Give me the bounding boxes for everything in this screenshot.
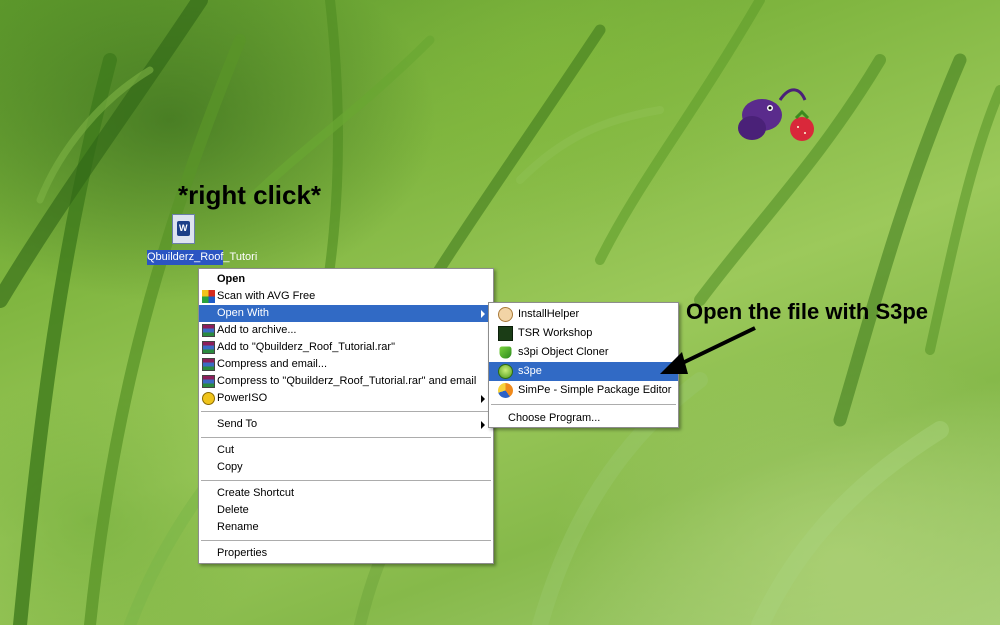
winrar-icon [202, 375, 215, 388]
menu-item-add-to-archive[interactable]: Add to archive... [199, 322, 493, 339]
menu-item-compress-email[interactable]: Compress and email... [199, 356, 493, 373]
desktop-file-label: Qbuilderz_Roof_Tutori [147, 250, 258, 265]
menu-item-label: Compress to "Qbuilderz_Roof_Tutorial.rar… [217, 375, 477, 387]
menu-item-poweriso[interactable]: PowerISO [199, 390, 493, 407]
menu-item-label: Scan with AVG Free [217, 290, 316, 302]
s3pe-icon [498, 364, 513, 379]
menu-item-delete[interactable]: Delete [199, 502, 493, 519]
submenu-item-choose-program[interactable]: Choose Program... [489, 409, 678, 428]
submenu-arrow-icon [481, 421, 485, 429]
menu-item-copy[interactable]: Copy [199, 459, 493, 476]
submenu-item-installhelper[interactable]: InstallHelper [489, 305, 678, 324]
menu-item-label: Open [217, 273, 246, 285]
tsr-workshop-icon [498, 326, 513, 341]
menu-item-label: PowerISO [217, 392, 268, 404]
menu-item-create-shortcut[interactable]: Create Shortcut [199, 485, 493, 502]
menu-item-label: Cut [217, 444, 235, 456]
menu-item-add-to-rar[interactable]: Add to "Qbuilderz_Roof_Tutorial.rar" [199, 339, 493, 356]
poweriso-icon [202, 392, 215, 405]
s3pi-icon [499, 346, 512, 359]
submenu-item-simpe[interactable]: SimPe - Simple Package Editor [489, 381, 678, 400]
menu-separator [491, 404, 676, 405]
menu-separator [201, 411, 491, 412]
menu-item-label: Open With [217, 307, 269, 319]
simpe-icon [498, 383, 513, 398]
submenu-item-label: InstallHelper [518, 308, 580, 320]
menu-item-label: Compress and email... [217, 358, 328, 370]
menu-item-label: Add to "Qbuilderz_Roof_Tutorial.rar" [217, 341, 395, 353]
menu-item-label: Create Shortcut [217, 487, 295, 499]
avg-icon [202, 290, 215, 303]
submenu-item-label: s3pi Object Cloner [518, 346, 609, 358]
menu-separator [201, 480, 491, 481]
submenu-item-label: Choose Program... [508, 412, 601, 424]
submenu-item-label: s3pe [518, 365, 542, 377]
menu-separator [201, 540, 491, 541]
context-menu: Open Scan with AVG Free Open With Add to… [198, 268, 494, 564]
installhelper-icon [498, 307, 513, 322]
submenu-item-label: SimPe - Simple Package Editor [518, 384, 672, 396]
submenu-arrow-icon [481, 310, 485, 318]
menu-item-label: Rename [217, 521, 259, 533]
menu-item-label: Copy [217, 461, 243, 473]
winrar-icon [202, 324, 215, 337]
word-document-icon: W [172, 214, 195, 244]
pikmin-decoration [738, 88, 814, 141]
winrar-icon [202, 358, 215, 371]
open-with-submenu: InstallHelper TSR Workshop s3pi Object C… [488, 302, 679, 428]
submenu-item-s3pi-object-cloner[interactable]: s3pi Object Cloner [489, 343, 678, 362]
submenu-item-s3pe[interactable]: s3pe [489, 362, 678, 381]
submenu-item-tsr-workshop[interactable]: TSR Workshop [489, 324, 678, 343]
menu-item-label: Send To [217, 418, 258, 430]
winrar-icon [202, 341, 215, 354]
menu-item-compress-to-rar-email[interactable]: Compress to "Qbuilderz_Roof_Tutorial.rar… [199, 373, 493, 390]
menu-item-send-to[interactable]: Send To [199, 416, 493, 433]
menu-item-label: Delete [217, 504, 249, 516]
submenu-arrow-icon [481, 395, 485, 403]
menu-separator [201, 437, 491, 438]
open-with-s3pe-annotation: Open the file with S3pe [686, 299, 929, 324]
menu-item-scan-avg[interactable]: Scan with AVG Free [199, 288, 493, 305]
menu-item-cut[interactable]: Cut [199, 442, 493, 459]
menu-item-label: Properties [217, 547, 268, 559]
icon-glyph-letter: W [179, 223, 188, 233]
menu-item-properties[interactable]: Properties [199, 545, 493, 562]
menu-item-open-with[interactable]: Open With [199, 305, 493, 322]
menu-item-rename[interactable]: Rename [199, 519, 493, 536]
right-click-annotation: *right click* [178, 180, 322, 210]
menu-item-open[interactable]: Open [199, 271, 493, 288]
menu-item-label: Add to archive... [217, 324, 297, 336]
submenu-item-label: TSR Workshop [518, 327, 593, 339]
